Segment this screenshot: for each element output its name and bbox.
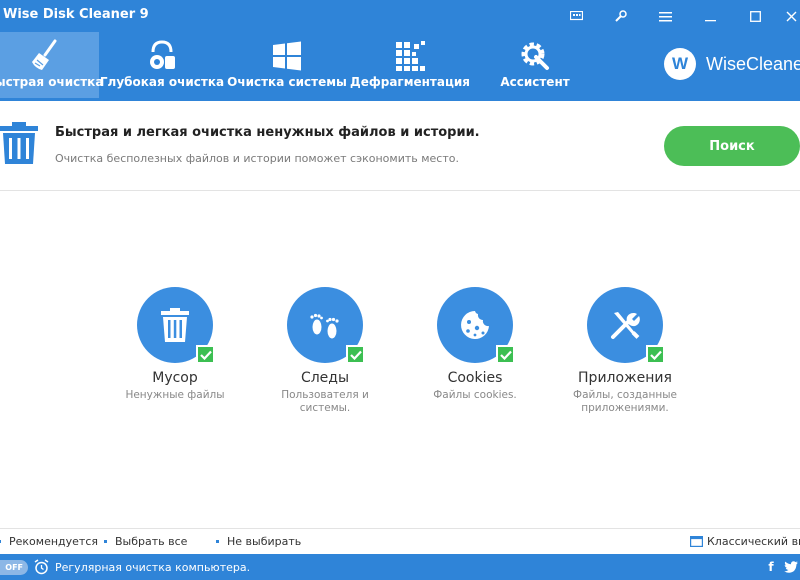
checkmark-icon [649, 350, 662, 360]
checkmark-icon [199, 350, 212, 360]
message-icon [569, 10, 583, 20]
footprints-icon [310, 313, 339, 339]
category-checkbox[interactable] [196, 345, 215, 364]
toolbar: Быстрая очистка Глубокая очистка Очистка… [0, 32, 800, 98]
bullet-icon [104, 540, 107, 543]
tab-label: Дефрагментация [350, 75, 470, 89]
category-cookies[interactable]: Cookies Файлы cookies. [400, 287, 550, 402]
window-view-icon [690, 536, 703, 547]
tab-label: Быстрая очистка [0, 75, 104, 89]
category-traces[interactable]: Следы Пользователя и системы. [250, 287, 400, 415]
trash-icon [161, 308, 189, 342]
category-title: Мусор [152, 370, 198, 386]
maximize-button[interactable] [742, 4, 768, 28]
category-applications[interactable]: Приложения Файлы, созданные приложениями… [550, 287, 700, 415]
brand[interactable]: W WiseCleaner [664, 48, 800, 80]
app-window: Wise Disk Cleaner 9 ыстрая очистка Глубо… [0, 0, 800, 580]
tab-system-clean[interactable]: Очистка системы [227, 32, 347, 98]
category-checkbox[interactable] [346, 345, 365, 364]
title-bar: Wise Disk Cleaner 9 [0, 0, 800, 32]
select-none-link[interactable]: Не выбирать [216, 535, 301, 548]
category-circle[interactable] [587, 287, 665, 364]
close-icon [786, 11, 796, 21]
tab-deep-clean[interactable]: Глубокая очистка [100, 32, 224, 98]
category-title: Следы [300, 370, 350, 386]
broom-icon [28, 32, 62, 74]
scheduled-clean-toggle[interactable]: OFF [0, 560, 28, 575]
category-junk[interactable]: Мусор Ненужные файлы [100, 287, 250, 402]
tab-assistant[interactable]: Ассистент [490, 32, 580, 98]
feedback-button[interactable] [563, 4, 589, 28]
maximize-icon [749, 10, 761, 22]
selection-link-bar: Рекомендуется Выбрать все Не выбирать Кл… [0, 528, 800, 554]
alarm-clock-icon [34, 559, 49, 575]
tools-button[interactable] [607, 4, 633, 28]
bullet-icon [0, 540, 1, 543]
category-subtitle: Пользователя и системы. [281, 389, 369, 414]
category-circle[interactable] [437, 287, 515, 364]
gear-wrench-icon [518, 32, 552, 74]
category-title: Cookies [447, 370, 503, 386]
trash-icon [0, 122, 38, 164]
tools-icon [611, 312, 640, 339]
category-subtitle: Ненужные файлы [125, 389, 225, 401]
tab-label: Глубокая очистка [99, 75, 225, 89]
classic-view-link[interactable]: Классический вид [690, 535, 800, 548]
category-checkbox[interactable] [496, 345, 515, 364]
menu-button[interactable] [652, 4, 678, 28]
status-text: Регулярная очистка компьютера. [55, 561, 251, 574]
select-all-link[interactable]: Выбрать все [104, 535, 187, 548]
category-subtitle: Файлы cookies. [433, 389, 517, 401]
minimize-button[interactable] [697, 4, 723, 28]
category-circle[interactable] [137, 287, 215, 364]
windows-icon [271, 32, 303, 74]
header: Wise Disk Cleaner 9 ыстрая очистка Глубо… [0, 0, 800, 101]
tab-label: Очистка системы [227, 75, 347, 89]
status-bar: OFF Регулярная очистка компьютера. f [0, 554, 800, 580]
app-title: Wise Disk Cleaner 9 [3, 7, 149, 22]
facebook-icon[interactable]: f [763, 559, 779, 575]
wrench-icon [614, 9, 627, 22]
tab-defrag[interactable]: Дефрагментация [350, 32, 470, 98]
recommended-link[interactable]: Рекомендуется [0, 535, 98, 548]
checkmark-icon [499, 350, 512, 360]
banner-subtitle: Очистка бесполезных файлов и истории пом… [55, 152, 459, 165]
wisecleaner-logo: W [664, 48, 696, 80]
checkmark-icon [349, 350, 362, 360]
category-checkbox[interactable] [646, 345, 665, 364]
close-button[interactable] [778, 4, 800, 28]
tab-quick-clean[interactable]: Быстрая очистка [0, 32, 103, 98]
category-circle[interactable] [287, 287, 365, 364]
tab-label: Ассистент [500, 75, 570, 89]
defrag-blocks-icon [394, 32, 426, 74]
banner-title: Быстрая и легкая очистка ненужных файлов… [55, 125, 480, 140]
brand-name: WiseCleaner [706, 53, 800, 74]
info-banner: Быстрая и легкая очистка ненужных файлов… [0, 101, 800, 191]
category-title: Приложения [578, 370, 672, 386]
cookie-icon [461, 311, 489, 339]
minimize-icon [704, 19, 716, 21]
menu-icon [658, 11, 672, 21]
twitter-icon[interactable] [783, 559, 799, 575]
vacuum-icon [145, 32, 179, 74]
category-subtitle: Файлы, созданные приложениями. [573, 389, 677, 414]
bullet-icon [216, 540, 219, 543]
scan-button[interactable]: Поиск [664, 126, 800, 166]
